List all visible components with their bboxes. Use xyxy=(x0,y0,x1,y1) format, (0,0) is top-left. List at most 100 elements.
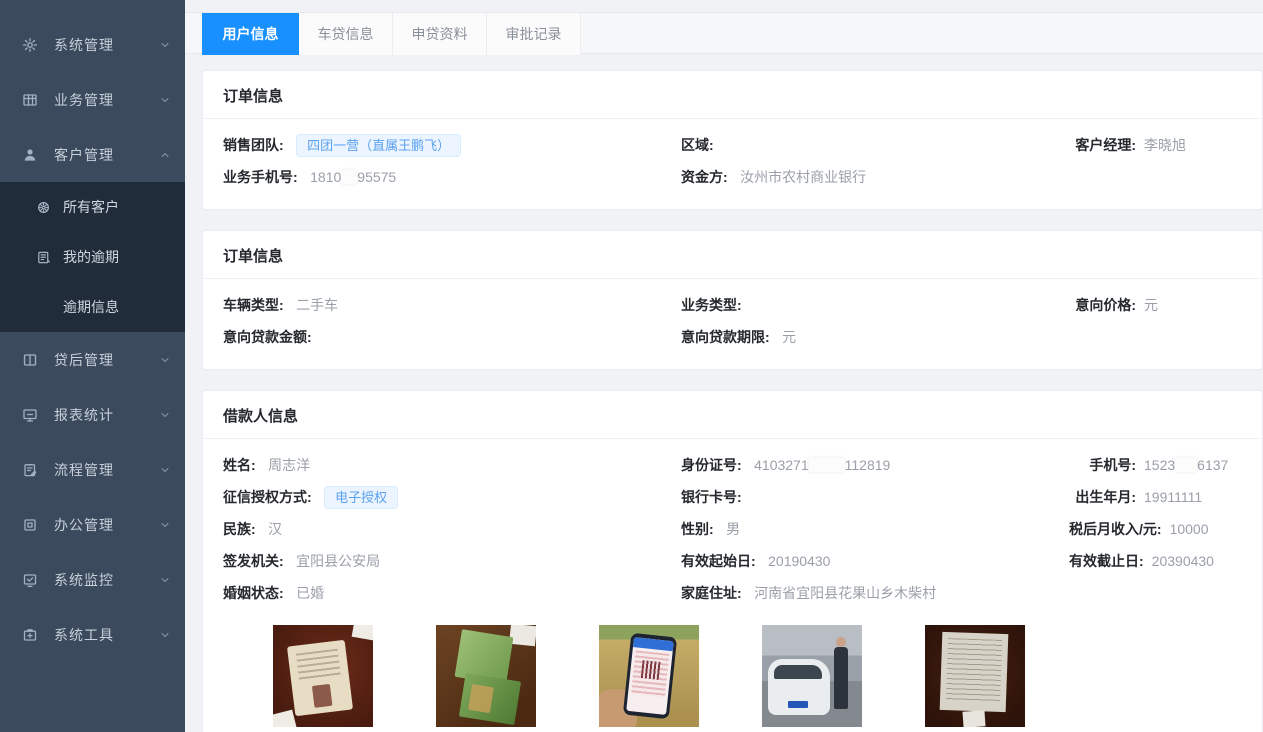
tab-loan-application-docs[interactable]: 申贷资料 xyxy=(393,13,487,55)
field-value: 元 xyxy=(782,329,796,345)
person-with-car-photo[interactable] xyxy=(762,625,862,727)
sidebar-item-label: 所有客户 xyxy=(63,197,119,217)
field-label: 婚姻状态: xyxy=(223,585,284,601)
value-prefix: 1523 xyxy=(1144,457,1175,473)
phone-qr-photo[interactable] xyxy=(599,625,699,727)
sidebar-item-all-customers[interactable]: 所有客户 xyxy=(0,182,185,232)
sidebar-item-label: 业务管理 xyxy=(54,90,159,110)
field-loan-amount: 意向贷款金额: xyxy=(223,327,681,347)
field-row: 销售团队: 四团一营（直属王鹏飞） 区域: 客户经理: 李晓旭 xyxy=(223,129,1242,161)
field-value: 20190430 xyxy=(768,553,830,569)
field-value: 汝州市农村商业银行 xyxy=(740,169,866,185)
field-value: 汉 xyxy=(268,521,282,537)
field-gender: 性别: 男 xyxy=(681,519,1069,539)
field-business-type: 业务类型: xyxy=(681,295,1069,315)
field-mobile-phone: 手机号: 15236137 xyxy=(1069,455,1242,475)
field-label: 客户经理: xyxy=(1075,135,1136,155)
sidebar-item-system-monitor[interactable]: 系统监控 xyxy=(0,552,185,607)
field-monthly-income: 税后月收入/元: 10000 xyxy=(1069,519,1263,539)
field-label: 身份证号: xyxy=(681,457,742,473)
card-body: 姓名: 周志洋 身份证号: 4103271112819 手机号: 1523613… xyxy=(203,439,1262,732)
value-prefix: 4103271 xyxy=(754,457,809,473)
tab-car-loan-info[interactable]: 车贷信息 xyxy=(299,13,393,55)
sidebar-item-customer-management[interactable]: 客户管理 xyxy=(0,127,185,182)
sidebar-item-postloan-management[interactable]: 贷后管理 xyxy=(0,332,185,387)
field-business-phone: 业务手机号: 181095575 xyxy=(223,167,681,187)
photo-figure xyxy=(762,625,862,732)
field-value: 宜阳县公安局 xyxy=(296,553,380,569)
sidebar-item-label: 贷后管理 xyxy=(54,350,159,370)
photo-figure xyxy=(925,625,1025,732)
sidebar-item-process-management[interactable]: 流程管理 xyxy=(0,442,185,497)
chevron-down-icon xyxy=(159,464,171,476)
monitor-check-icon xyxy=(22,572,38,588)
field-value: 181095575 xyxy=(310,169,396,185)
content-area[interactable]: 订单信息 销售团队: 四团一营（直属王鹏飞） 区域: 客户经理: xyxy=(185,54,1263,732)
field-row: 车辆类型: 二手车 业务类型: 意向价格: 元 xyxy=(223,289,1242,321)
card-body: 车辆类型: 二手车 业务类型: 意向价格: 元 xyxy=(203,279,1262,369)
sidebar-item-business-management[interactable]: 业务管理 xyxy=(0,72,185,127)
order-info-card-2: 订单信息 车辆类型: 二手车 业务类型: 意向价格: 元 xyxy=(202,230,1263,370)
sidebar-item-overdue-info[interactable]: 逾期信息 xyxy=(0,282,185,332)
field-label: 税后月收入/元: xyxy=(1069,519,1162,539)
grid-icon xyxy=(22,92,38,108)
gear-icon xyxy=(22,37,38,53)
field-label: 区域: xyxy=(681,137,714,153)
sidebar-item-label: 办公管理 xyxy=(54,515,159,535)
sidebar-item-label: 系统工具 xyxy=(54,625,159,645)
field-label: 性别: xyxy=(681,521,714,537)
sidebar-item-label: 报表统计 xyxy=(54,405,159,425)
credit-auth-tag[interactable]: 电子授权 xyxy=(324,486,398,509)
sidebar-item-report-statistics[interactable]: 报表统计 xyxy=(0,387,185,442)
field-row: 婚姻状态: 已婚 家庭住址: 河南省宜阳县花果山乡木柴村 xyxy=(223,577,1242,609)
sidebar-item-label: 客户管理 xyxy=(54,145,159,165)
value-suffix: 112819 xyxy=(845,457,891,473)
tab-user-info[interactable]: 用户信息 xyxy=(202,13,299,55)
field-value: 周志洋 xyxy=(268,457,310,473)
field-vehicle-type: 车辆类型: 二手车 xyxy=(223,295,681,315)
field-marital-status: 婚姻状态: 已婚 xyxy=(223,583,681,603)
field-row: 征信授权方式: 电子授权 银行卡号: 出生年月: 19911111 xyxy=(223,481,1242,513)
field-value: 男 xyxy=(726,521,740,537)
redaction-patch xyxy=(809,458,845,472)
order-info-card-1: 订单信息 销售团队: 四团一营（直属王鹏飞） 区域: 客户经理: xyxy=(202,70,1263,210)
tab-approval-records[interactable]: 审批记录 xyxy=(487,13,581,55)
document-photos xyxy=(273,625,1242,732)
field-sales-team: 销售团队: 四团一营（直属王鹏飞） xyxy=(223,134,681,157)
green-booklet-photo[interactable] xyxy=(436,625,536,727)
field-issuing-authority: 签发机关: 宜阳县公安局 xyxy=(223,551,681,571)
sidebar-item-my-overdue[interactable]: 我的逾期 xyxy=(0,232,185,282)
field-id-number: 身份证号: 4103271 112819 xyxy=(681,455,1069,475)
borrower-info-card: 借款人信息 姓名: 周志洋 身份证号: 4103271112819 手机号: xyxy=(202,390,1263,732)
field-label: 手机号: xyxy=(1089,455,1136,475)
sidebar-item-label: 我的逾期 xyxy=(63,247,119,267)
monitor-icon xyxy=(22,407,38,423)
field-label: 销售团队: xyxy=(223,137,284,153)
book-icon xyxy=(22,352,38,368)
redaction-patch xyxy=(1175,458,1197,472)
id-card-photo[interactable] xyxy=(273,625,373,727)
field-value: 10000 xyxy=(1170,521,1263,537)
chevron-up-icon xyxy=(159,149,171,161)
field-label: 征信授权方式: xyxy=(223,489,312,505)
value-suffix: 95575 xyxy=(357,169,396,185)
photo-figure xyxy=(273,625,373,732)
field-label: 签发机关: xyxy=(223,553,284,569)
handwritten-document-photo[interactable] xyxy=(925,625,1025,727)
customer-management-submenu: 所有客户 我的逾期 逾期信息 xyxy=(0,182,185,332)
wheel-icon xyxy=(36,200,51,215)
sidebar-item-system-tools[interactable]: 系统工具 xyxy=(0,607,185,662)
office-icon xyxy=(22,517,38,533)
sidebar-item-system-management[interactable]: 系统管理 xyxy=(0,17,185,72)
sidebar-item-office-management[interactable]: 办公管理 xyxy=(0,497,185,552)
sidebar-item-label: 逾期信息 xyxy=(63,297,119,317)
card-title: 订单信息 xyxy=(203,71,1262,119)
clipboard-icon xyxy=(22,462,38,478)
sales-team-tag[interactable]: 四团一营（直属王鹏飞） xyxy=(296,134,461,157)
sidebar-item-label: 系统监控 xyxy=(54,570,159,590)
field-label: 民族: xyxy=(223,521,256,537)
field-row: 意向贷款金额: 意向贷款期限: 元 xyxy=(223,321,1242,353)
field-label: 业务手机号: xyxy=(223,169,298,185)
photo-figure xyxy=(436,625,536,732)
field-home-address: 家庭住址: 河南省宜阳县花果山乡木柴村 xyxy=(681,583,1069,603)
